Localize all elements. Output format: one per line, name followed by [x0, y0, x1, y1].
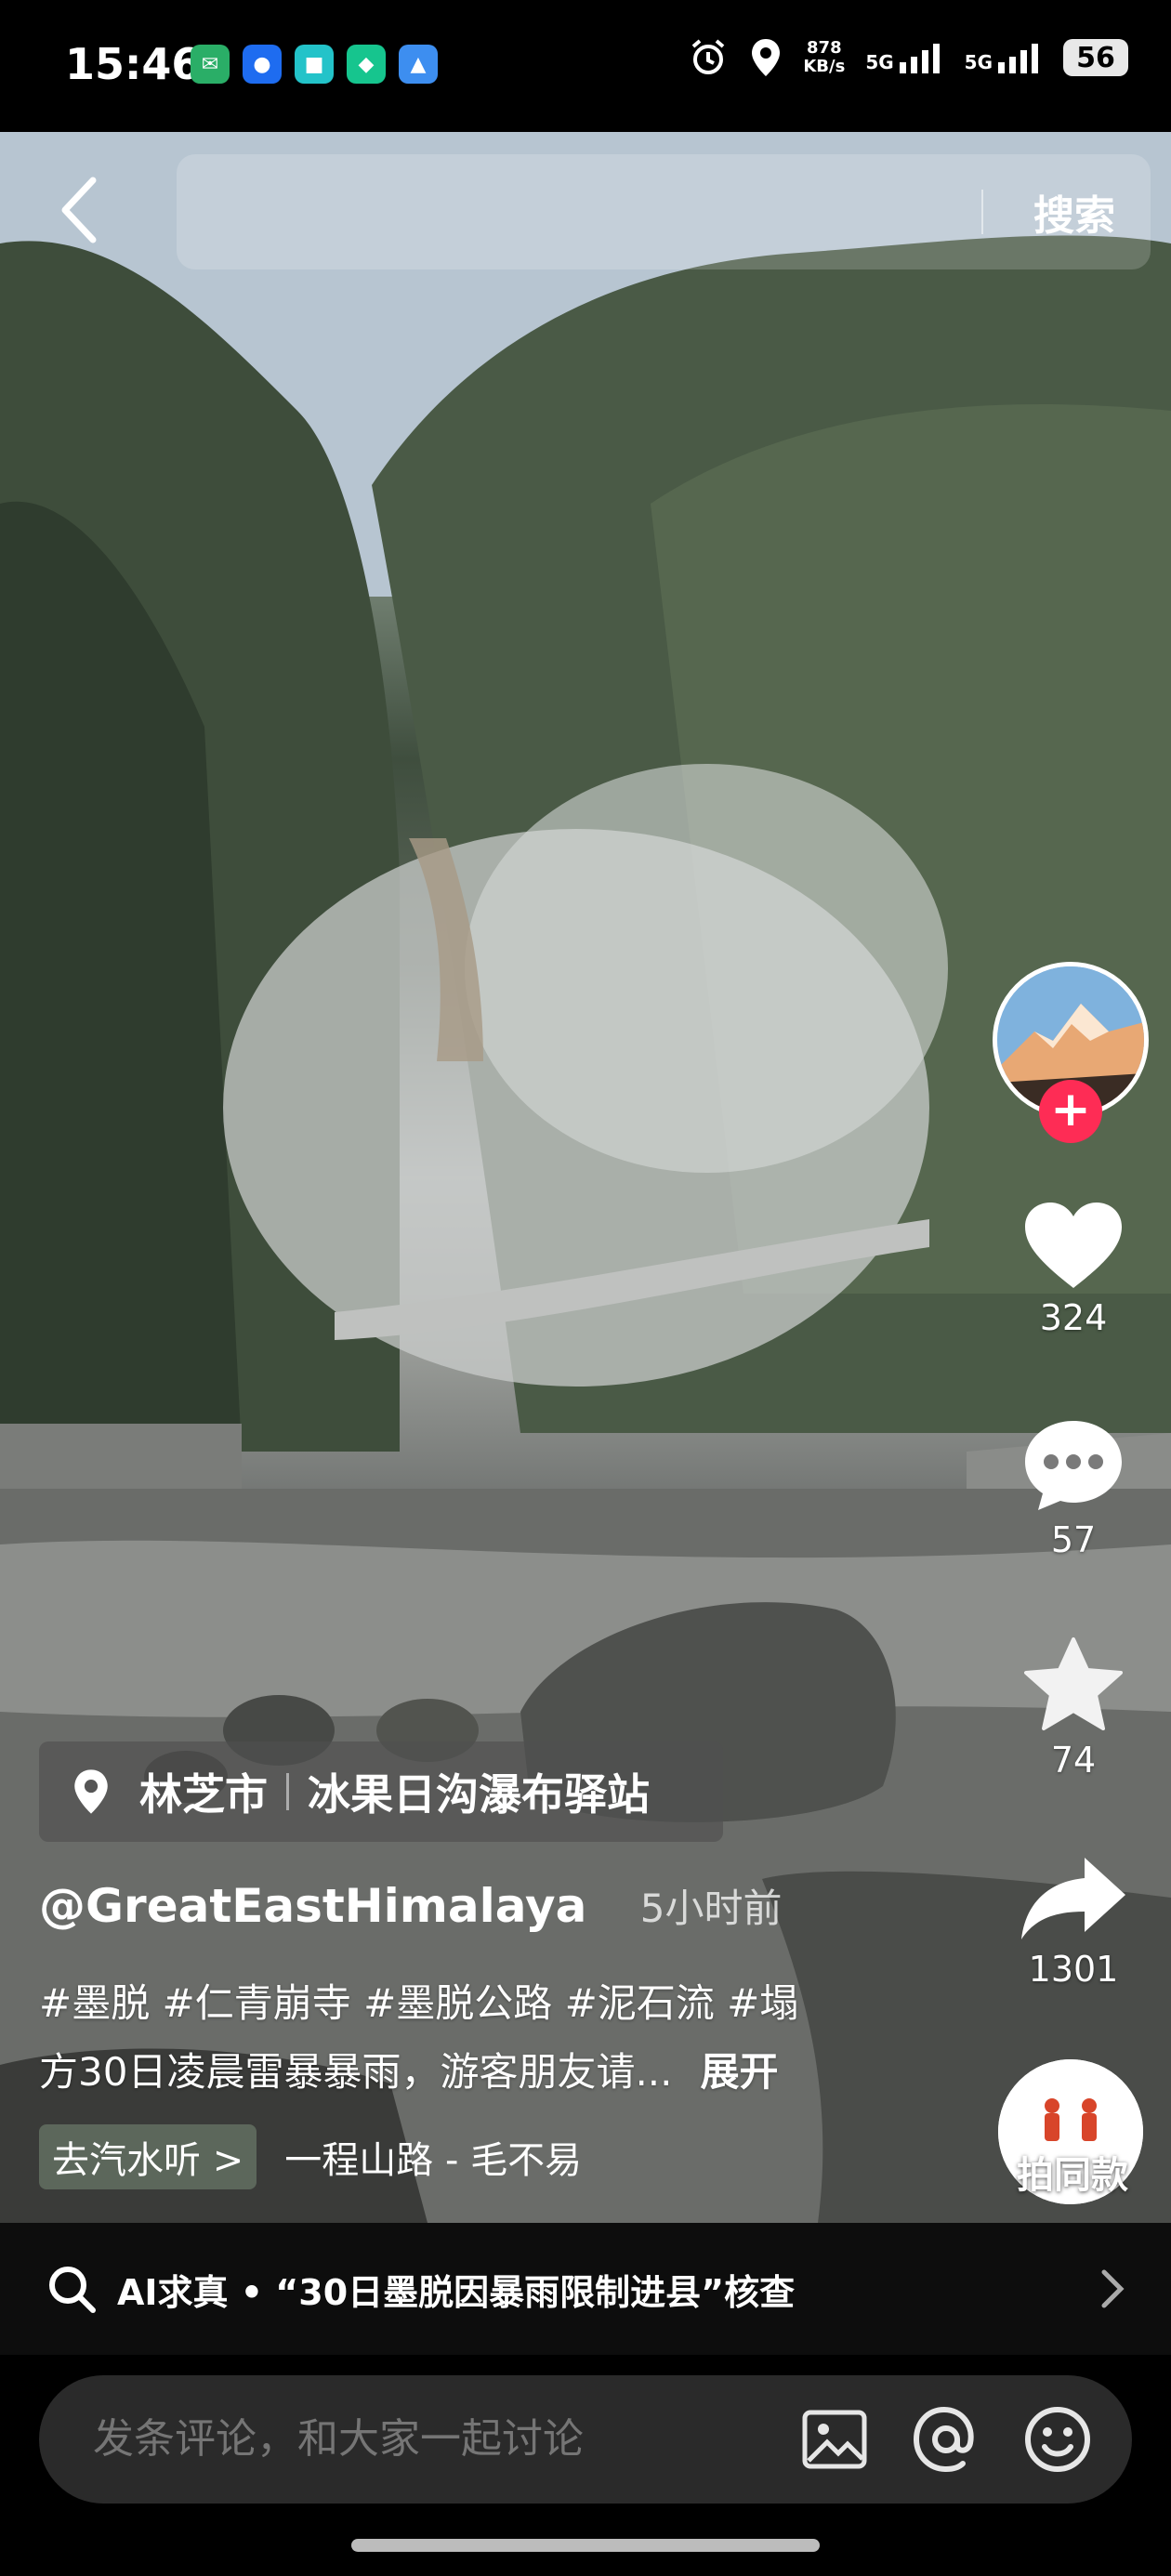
- heart-icon: [1025, 1203, 1122, 1288]
- comment-input[interactable]: [91, 2415, 797, 2464]
- chevron-right-icon: [1101, 2269, 1125, 2308]
- share-arrow-icon: [1021, 1858, 1125, 1939]
- same-style-label[interactable]: 拍同款: [989, 2145, 1156, 2199]
- signal-bars-icon-2: [998, 44, 1038, 73]
- star-icon: [1024, 1637, 1123, 1730]
- back-button[interactable]: [48, 173, 113, 247]
- network-speed: 878 KB/s: [803, 39, 845, 76]
- ai-fact-check-bar[interactable]: AI求真 • “30日墨脱因暴雨限制进县”核查: [0, 2223, 1171, 2355]
- listen-in-qishui-chip[interactable]: 去汽水听 >: [39, 2124, 257, 2189]
- chevron-left-icon: [61, 177, 97, 243]
- location-chip[interactable]: 林芝市 冰果日沟瀑布驿站: [39, 1741, 723, 1842]
- mention-button[interactable]: [909, 2402, 983, 2477]
- like-count: 324: [1039, 1297, 1108, 1338]
- net-speed-value: 878: [807, 38, 842, 58]
- follow-button[interactable]: +: [1039, 1080, 1102, 1143]
- status-bar: 15:46 ✉ ● ■ ◆ ▲ 878 KB/s 5G 5G 56: [0, 0, 1171, 132]
- favorite-count: 74: [1050, 1740, 1097, 1781]
- share-button[interactable]: 1301: [1004, 1854, 1143, 1990]
- net-speed-unit: KB/s: [803, 57, 846, 76]
- signal-2: 5G: [965, 42, 1043, 73]
- home-indicator[interactable]: [351, 2539, 820, 2552]
- plus-icon: +: [1050, 1082, 1091, 1137]
- alarm-icon: [692, 39, 725, 74]
- comment-bar: [39, 2375, 1132, 2504]
- signal-1: 5G: [865, 42, 943, 73]
- screen: 15:46 ✉ ● ■ ◆ ▲ 878 KB/s 5G 5G 56 搜索 + 3…: [0, 0, 1171, 2576]
- music-title[interactable]: 一程山路 - 毛不易: [284, 2130, 582, 2184]
- like-button[interactable]: 324: [1004, 1199, 1143, 1338]
- image-icon: [802, 2410, 867, 2469]
- message-app-icon: ●: [243, 45, 282, 84]
- caption-line-1[interactable]: #墨脱 #仁青崩寺 #墨脱公路 #泥石流 #塌: [39, 1972, 798, 2029]
- app-notification-icon-2: ◆: [347, 45, 386, 84]
- caption-line-2-text: 方30日凌晨雷暴暴雨，游客朋友请...: [39, 2049, 673, 2095]
- location-icon: [752, 39, 781, 76]
- search-divider: [981, 190, 983, 234]
- status-time: 15:46: [65, 39, 202, 89]
- battery-indicator: 56: [1063, 39, 1128, 76]
- smiley-icon: [1025, 2407, 1090, 2472]
- app-notification-icon: ■: [295, 45, 334, 84]
- search-bar[interactable]: 搜索: [177, 154, 1151, 269]
- caption-line-2[interactable]: 方30日凌晨雷暴暴雨，游客朋友请... 展开: [39, 2041, 779, 2097]
- location-place: 冰果日沟瀑布驿站: [308, 1769, 650, 1820]
- favorite-button[interactable]: 74: [1004, 1636, 1143, 1781]
- emoji-button[interactable]: [1020, 2402, 1095, 2477]
- comment-button[interactable]: 57: [1004, 1417, 1143, 1560]
- wechat-icon: ✉: [191, 45, 230, 84]
- net-type-1: 5G: [865, 51, 894, 73]
- author-name[interactable]: @GreatEastHimalaya: [39, 1879, 586, 1933]
- ai-fact-check-text: AI求真 • “30日墨脱因暴雨限制进县”核查: [117, 2271, 796, 2313]
- expand-link[interactable]: 展开: [701, 2049, 779, 2095]
- notification-icons: ✉ ● ■ ◆ ▲: [191, 45, 438, 84]
- location-pin-icon: [74, 1769, 108, 1814]
- signal-bars-icon: [899, 44, 940, 73]
- image-picker-button[interactable]: [797, 2402, 872, 2477]
- status-indicators: 878 KB/s 5G 5G 56: [688, 37, 1128, 78]
- app-notification-icon-3: ▲: [399, 45, 438, 84]
- at-sign-icon: [913, 2406, 974, 2473]
- comment-bubble-icon: [1025, 1421, 1122, 1510]
- share-count: 1301: [1028, 1949, 1119, 1990]
- author-row: @GreatEastHimalaya 5小时前: [39, 1877, 782, 1934]
- location-city: 林芝市: [139, 1769, 268, 1820]
- comment-count: 57: [1050, 1519, 1097, 1560]
- music-row[interactable]: 去汽水听 > 一程山路 - 毛不易: [39, 2124, 582, 2189]
- location-divider: [286, 1773, 289, 1810]
- post-time: 5小时前: [639, 1886, 783, 1931]
- search-button[interactable]: 搜索: [1033, 182, 1115, 242]
- net-type-2: 5G: [964, 51, 993, 73]
- search-icon: [49, 2267, 96, 2313]
